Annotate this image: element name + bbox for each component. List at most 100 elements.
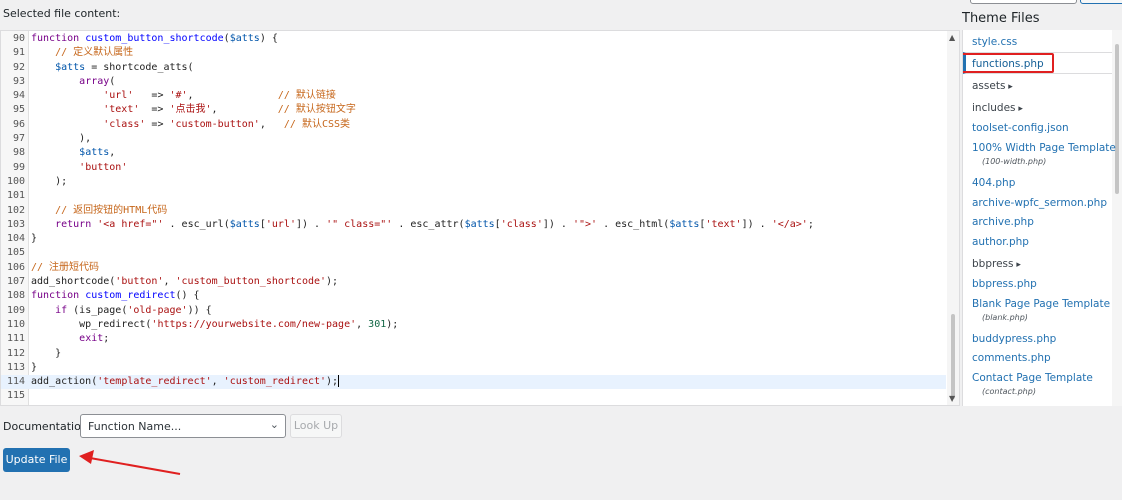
code-line[interactable]: 114add_action('template_redirect', 'cust… <box>1 375 946 389</box>
line-number: 95 <box>1 103 25 117</box>
file-label: archive-wpfc_sermon.php <box>972 197 1107 209</box>
line-number: 101 <box>1 189 25 203</box>
code-token: '点击我' <box>169 104 211 115</box>
line-number: 109 <box>1 304 25 318</box>
folder-item[interactable]: assets ▸ <box>972 80 1013 92</box>
code-token: ), <box>31 133 91 144</box>
file-label: 100% Width Page Template <box>972 142 1116 154</box>
file-item[interactable]: comments.php <box>972 352 1051 364</box>
code-line[interactable]: 106// 注册短代码 <box>1 261 946 275</box>
code-token: } <box>31 362 37 373</box>
code-token: function <box>31 290 85 301</box>
file-item[interactable]: bbpress.php <box>972 278 1037 290</box>
function-name-select[interactable]: Function Name... ⌄ <box>80 414 286 438</box>
code-line[interactable]: 98 $atts, <box>1 146 946 160</box>
code-line[interactable]: 94 'url' => '#', // 默认链接 <box>1 89 946 103</box>
code-token: ]) . <box>296 219 326 230</box>
scroll-down-icon[interactable]: ▼ <box>949 394 955 403</box>
code-token: . esc_attr( <box>392 219 464 230</box>
code-line[interactable]: 102 // 返回按钮的HTML代码 <box>1 204 946 218</box>
code-line[interactable]: 112 } <box>1 347 946 361</box>
file-item[interactable]: archive-wpfc_sermon.php <box>972 197 1107 209</box>
file-label: style.css <box>972 36 1017 48</box>
code-token <box>31 90 103 101</box>
code-line[interactable]: 108function custom_redirect() { <box>1 289 946 303</box>
theme-files-list: style.cssfunctions.phpassets ▸includes ▸… <box>962 30 1122 406</box>
code-token <box>31 47 55 58</box>
code-token: , <box>356 319 368 330</box>
file-label: Blank Page Page Template <box>972 298 1110 310</box>
file-item[interactable]: toolset-config.json <box>972 122 1069 134</box>
folder-item[interactable]: includes ▸ <box>972 102 1023 114</box>
code-token <box>31 104 103 115</box>
file-label: comments.php <box>972 352 1051 364</box>
code-token: // 默认按钮文字 <box>278 104 356 115</box>
file-item[interactable]: buddypress.php <box>972 333 1056 345</box>
code-token: )) { <box>188 305 212 316</box>
code-editor[interactable]: 90function custom_button_shortcode($atts… <box>0 30 960 406</box>
scroll-up-icon[interactable]: ▲ <box>949 33 955 42</box>
code-token: $atts <box>669 219 699 230</box>
code-token: ); <box>326 376 338 387</box>
code-token: ]) . <box>742 219 772 230</box>
line-number: 106 <box>1 261 25 275</box>
expand-arrow-icon[interactable]: ▸ <box>1013 260 1020 270</box>
code-line[interactable]: 105 <box>1 246 946 260</box>
code-line[interactable]: 99 'button' <box>1 161 946 175</box>
line-number: 115 <box>1 389 25 403</box>
file-item[interactable]: archive.php <box>972 216 1034 228</box>
code-lines[interactable]: 90function custom_button_shortcode($atts… <box>1 32 946 404</box>
code-line[interactable]: 109 if (is_page('old-page')) { <box>1 304 946 318</box>
expand-arrow-icon[interactable]: ▸ <box>1005 82 1012 92</box>
file-item[interactable]: Contact Page Template(contact.php) <box>972 372 1093 396</box>
code-line[interactable]: 103 return '<a href="' . esc_url($atts['… <box>1 218 946 232</box>
code-token: $atts <box>79 147 109 158</box>
code-line[interactable]: 104} <box>1 232 946 246</box>
code-line[interactable]: 111 exit; <box>1 332 946 346</box>
code-token <box>31 205 55 216</box>
file-item[interactable]: Blank Page Page Template(blank.php) <box>972 298 1110 322</box>
line-number: 114 <box>1 375 25 389</box>
file-list-scrollbar[interactable] <box>1112 30 1122 406</box>
code-token: 'custom_redirect' <box>224 376 326 387</box>
code-token: wp_redirect( <box>31 319 151 330</box>
code-line[interactable]: 91 // 定义默认属性 <box>1 46 946 60</box>
line-number: 90 <box>1 32 25 46</box>
code-token: , <box>212 376 224 387</box>
expand-arrow-icon[interactable]: ▸ <box>1016 104 1023 114</box>
update-file-button[interactable]: Update File <box>3 448 70 472</box>
file-item[interactable]: 100% Width Page Template(100-width.php) <box>972 142 1116 166</box>
code-token: , <box>212 104 278 115</box>
line-number: 104 <box>1 232 25 246</box>
code-line[interactable]: 100 ); <box>1 175 946 189</box>
file-item[interactable]: style.css <box>972 36 1017 48</box>
look-up-button[interactable]: Look Up <box>290 414 342 438</box>
code-line[interactable]: 95 'text' => '点击我', // 默认按钮文字 <box>1 103 946 117</box>
scrollbar-thumb[interactable] <box>951 314 955 399</box>
code-line[interactable]: 110 wp_redirect('https://yourwebsite.com… <box>1 318 946 332</box>
code-line[interactable]: 90function custom_button_shortcode($atts… <box>1 32 946 46</box>
code-token: 'class' <box>501 219 543 230</box>
code-line[interactable]: 96 'class' => 'custom-button', // 默认CSS类 <box>1 118 946 132</box>
code-line[interactable]: 93 array( <box>1 75 946 89</box>
code-line[interactable]: 107add_shortcode('button', 'custom_butto… <box>1 275 946 289</box>
code-line[interactable]: 115 <box>1 389 946 403</box>
code-line[interactable]: 92 $atts = shortcode_atts( <box>1 61 946 75</box>
file-item[interactable]: author.php <box>972 236 1029 248</box>
code-token <box>31 162 79 173</box>
code-line[interactable]: 97 ), <box>1 132 946 146</box>
folder-item[interactable]: bbpress ▸ <box>972 258 1021 270</box>
file-label: buddypress.php <box>972 333 1056 345</box>
code-token: (is_page( <box>73 305 127 316</box>
code-line[interactable]: 113} <box>1 361 946 375</box>
code-token: => <box>145 119 169 130</box>
file-label: 404.php <box>972 177 1015 189</box>
code-token: ; <box>808 219 814 230</box>
top-button-edge[interactable] <box>1080 0 1122 4</box>
code-line[interactable]: 101 <box>1 189 946 203</box>
editor-scrollbar[interactable]: ▲ ▼ <box>947 31 959 405</box>
scrollbar-thumb[interactable] <box>1115 44 1119 194</box>
top-field-edge[interactable] <box>970 0 1077 4</box>
file-item[interactable]: 404.php <box>972 177 1015 189</box>
code-token: '</a>' <box>772 219 808 230</box>
